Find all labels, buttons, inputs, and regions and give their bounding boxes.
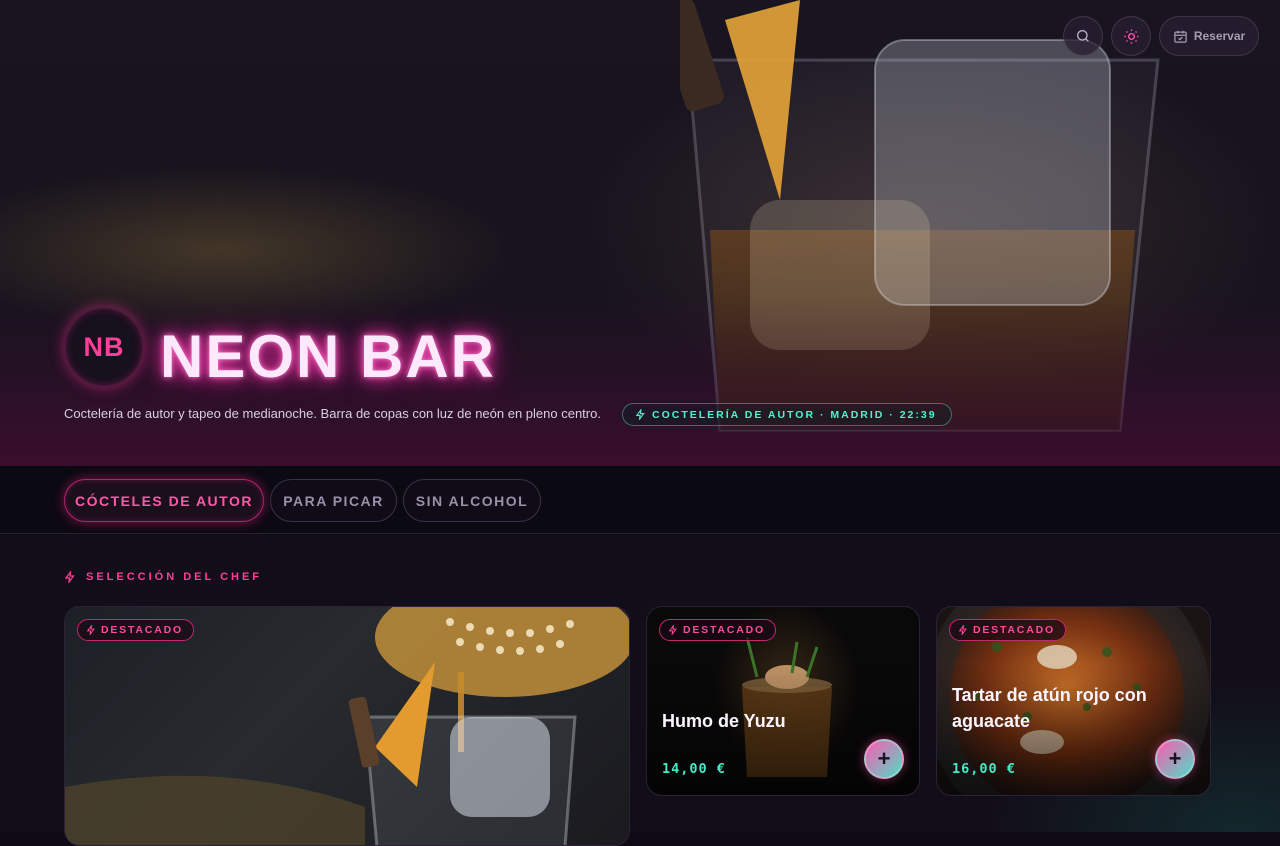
badge-label: DESTACADO [101, 624, 183, 636]
reserve-label: Reservar [1193, 29, 1246, 43]
bolt-icon [86, 625, 95, 635]
bolt-icon [958, 625, 967, 635]
featured-card-humo-de-yuzu[interactable]: DESTACADO Humo de Yuzu 14,00 € + [646, 606, 920, 796]
cocktail-pour-image [65, 607, 629, 845]
theme-toggle-button[interactable] [1111, 16, 1151, 56]
bolt-icon [635, 409, 645, 420]
sun-icon [1123, 28, 1139, 44]
card-price: 16,00 € [952, 761, 1016, 777]
brand-title: NEON BAR [160, 323, 497, 390]
section-title-text: SELECCIÓN DEL CHEF [86, 571, 263, 583]
bolt-icon [668, 625, 677, 635]
featured-card-tartar-de-atun[interactable]: DESTACADO Tartar de atún rojo con aguaca… [936, 606, 1211, 796]
hero-info-chip: COCTELERÍA DE AUTOR · MADRID · 22:39 [622, 403, 952, 426]
search-button[interactable] [1063, 16, 1103, 56]
calendar-icon [1174, 30, 1187, 43]
section-title: SELECCIÓN DEL CHEF [64, 571, 262, 583]
add-to-order-button[interactable]: + [1155, 739, 1195, 779]
cocktail-glass-image [680, 0, 1160, 432]
tab-para-picar[interactable]: PARA PICAR [270, 479, 397, 522]
bolt-icon [64, 571, 75, 583]
logo-badge: NB [64, 307, 144, 387]
hero-banner: Reservar NB NEON BAR Coctelería de autor… [0, 0, 1280, 466]
search-icon [1077, 30, 1089, 42]
card-title: Tartar de atún rojo con aguacate [952, 685, 1147, 731]
reserve-button[interactable]: Reservar [1159, 16, 1259, 56]
add-to-order-button[interactable]: + [864, 739, 904, 779]
featured-card-large[interactable]: DESTACADO [64, 606, 630, 846]
tab-cocteles-de-autor[interactable]: CÓCTELES DE AUTOR [64, 479, 264, 522]
tab-sin-alcohol[interactable]: SIN ALCOHOL [403, 479, 541, 522]
logo-initials: NB [83, 331, 125, 362]
card-price: 14,00 € [662, 761, 726, 777]
featured-badge: DESTACADO [77, 619, 194, 641]
hero-chip-text: COCTELERÍA DE AUTOR · MADRID · 22:39 [652, 408, 937, 421]
card-title: Humo de Yuzu [662, 711, 786, 731]
featured-badge: DESTACADO [949, 619, 1066, 641]
menu-content: SELECCIÓN DEL CHEF DESTACADO DESTACADO H… [0, 535, 1280, 846]
category-tabs: CÓCTELES DE AUTOR PARA PICAR SIN ALCOHOL [0, 466, 1280, 534]
badge-label: DESTACADO [683, 624, 765, 636]
hero-tagline: Coctelería de autor y tapeo de medianoch… [64, 406, 601, 421]
featured-badge: DESTACADO [659, 619, 776, 641]
badge-label: DESTACADO [973, 624, 1055, 636]
